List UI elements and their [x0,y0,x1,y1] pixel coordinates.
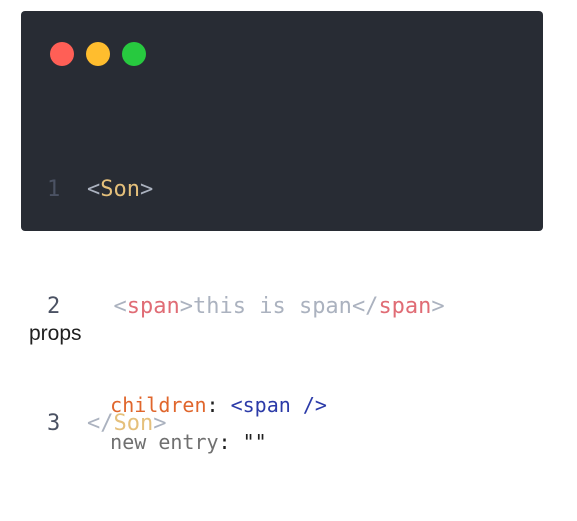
new-entry-value-input[interactable]: "" [243,430,267,454]
props-panel: props children: <span /> new entry: "" [29,318,549,454]
maximize-dot-icon[interactable] [122,42,146,66]
prop-value[interactable]: <span /> [231,393,327,417]
props-title: props [29,322,82,345]
component-tag-name: Son [100,177,140,202]
window-controls [50,42,146,66]
code-line-1: 1 < Son > [47,170,445,209]
prop-colon: : [206,393,219,417]
new-entry-key-input[interactable]: new entry [110,430,218,454]
prop-colon: : [218,430,231,454]
prop-key: children [110,393,207,417]
close-dot-icon[interactable] [50,42,74,66]
minimize-dot-icon[interactable] [86,42,110,66]
tag-open-bracket: < [87,177,101,202]
prop-row-children[interactable]: children: <span /> [29,350,549,417]
code-window: 1 < Son > 2 < span > this is span </ spa… [21,11,543,436]
line-number: 1 [47,177,61,202]
tag-close-bracket: > [140,177,154,202]
